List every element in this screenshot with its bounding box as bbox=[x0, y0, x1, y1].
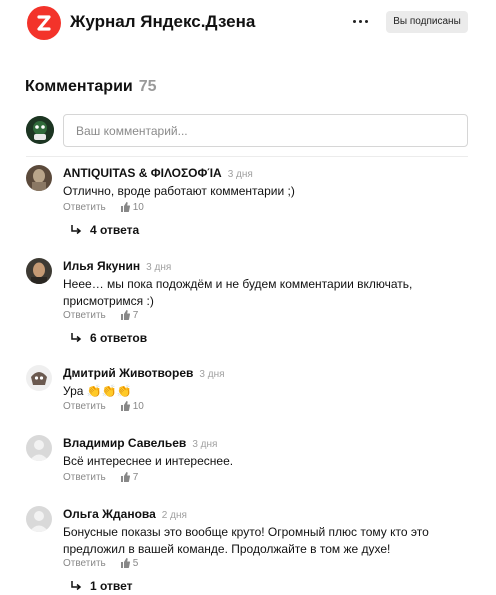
comment-author[interactable]: Дмитрий Животворев 3 дня bbox=[63, 366, 225, 380]
like-button[interactable]: 7 bbox=[120, 310, 139, 321]
comment-time: 2 дня bbox=[161, 510, 187, 521]
author-name[interactable]: Илья Якунин bbox=[63, 259, 140, 273]
comments-title: Комментарии 75 bbox=[25, 78, 157, 96]
comments-count: 75 bbox=[138, 78, 157, 95]
replies-count[interactable]: 6 ответов bbox=[90, 331, 147, 345]
reply-button[interactable]: Ответить bbox=[63, 472, 106, 483]
avatar[interactable] bbox=[26, 258, 52, 284]
author-name[interactable]: Владимир Савельев bbox=[63, 436, 186, 450]
reply-arrow-icon bbox=[71, 581, 82, 591]
comment-time: 3 дня bbox=[146, 262, 172, 273]
comment-text: Всё интереснее и интереснее. bbox=[63, 454, 234, 468]
author-name[interactable]: Ольга Жданова bbox=[63, 507, 156, 521]
thumbs-up-icon bbox=[120, 401, 130, 411]
reply-button[interactable]: Ответить bbox=[63, 401, 106, 412]
author-name[interactable]: ANTIQUITAS & ΦΙΛΟΣΟΦΊΑ bbox=[63, 166, 222, 180]
avatar[interactable] bbox=[26, 365, 52, 391]
comment-actions: Ответить 10 bbox=[63, 401, 144, 412]
brand-title[interactable]: Журнал Яндекс.Дзена bbox=[70, 12, 255, 32]
comment-text: Ура 👏👏👏 bbox=[63, 384, 132, 398]
more-dots-icon[interactable] bbox=[352, 14, 370, 28]
zen-logo-icon[interactable] bbox=[27, 6, 61, 40]
thumbs-up-icon bbox=[120, 472, 130, 482]
user-silhouette-icon[interactable] bbox=[26, 435, 52, 461]
replies-count[interactable]: 4 ответа bbox=[90, 223, 139, 237]
comment-author[interactable]: Илья Якунин 3 дня bbox=[63, 259, 171, 273]
replies-count[interactable]: 1 ответ bbox=[90, 579, 133, 593]
thumbs-up-icon bbox=[120, 558, 130, 568]
replies-toggle[interactable]: 4 ответа bbox=[70, 223, 139, 237]
comment-time: 3 дня bbox=[199, 369, 225, 380]
comments-title-text: Комментарии bbox=[25, 78, 133, 95]
header: Журнал Яндекс.Дзена Вы подписаны bbox=[0, 0, 496, 46]
reply-arrow-icon bbox=[71, 225, 82, 235]
comment-author[interactable]: Владимир Савельев 3 дня bbox=[63, 436, 217, 450]
like-button[interactable]: 7 bbox=[120, 472, 139, 483]
comment-actions: Ответить 7 bbox=[63, 472, 138, 483]
user-silhouette-icon[interactable] bbox=[26, 506, 52, 532]
replies-toggle[interactable]: 6 ответов bbox=[70, 331, 147, 345]
avatar[interactable] bbox=[26, 165, 52, 191]
comment-time: 3 дня bbox=[192, 439, 218, 450]
like-button[interactable]: 5 bbox=[120, 558, 139, 569]
thumbs-up-icon bbox=[120, 310, 130, 320]
comment-input[interactable] bbox=[63, 114, 468, 147]
reply-button[interactable]: Ответить bbox=[63, 558, 106, 569]
replies-toggle[interactable]: 1 ответ bbox=[70, 579, 133, 593]
comment-text: Нееe… мы пока подождём и не будем коммен… bbox=[63, 277, 413, 308]
comment-text: Бонусные показы это вообще круто! Огромн… bbox=[63, 525, 429, 556]
comment-author[interactable]: ANTIQUITAS & ΦΙΛΟΣΟΦΊΑ 3 дня bbox=[63, 166, 253, 180]
author-name[interactable]: Дмитрий Животворев bbox=[63, 366, 193, 380]
like-count: 7 bbox=[132, 310, 139, 321]
reply-arrow-icon bbox=[71, 333, 82, 343]
comment-time: 3 дня bbox=[227, 169, 253, 180]
comment-actions: Ответить 10 bbox=[63, 202, 144, 213]
like-button[interactable]: 10 bbox=[120, 401, 144, 412]
current-user-avatar bbox=[26, 116, 54, 144]
subscribed-button[interactable]: Вы подписаны bbox=[386, 11, 468, 33]
like-count: 10 bbox=[132, 401, 144, 412]
like-count: 10 bbox=[132, 202, 144, 213]
comment-actions: Ответить 7 bbox=[63, 310, 138, 321]
reply-button[interactable]: Ответить bbox=[63, 310, 106, 321]
comment-actions: Ответить 5 bbox=[63, 558, 138, 569]
thumbs-up-icon bbox=[120, 202, 130, 212]
like-button[interactable]: 10 bbox=[120, 202, 144, 213]
like-count: 7 bbox=[132, 472, 139, 483]
comment-author[interactable]: Ольга Жданова 2 дня bbox=[63, 507, 187, 521]
divider bbox=[26, 156, 468, 157]
reply-button[interactable]: Ответить bbox=[63, 202, 106, 213]
like-count: 5 bbox=[132, 558, 139, 569]
comment-text: Отлично, вроде работают комментарии ;) bbox=[63, 184, 295, 198]
